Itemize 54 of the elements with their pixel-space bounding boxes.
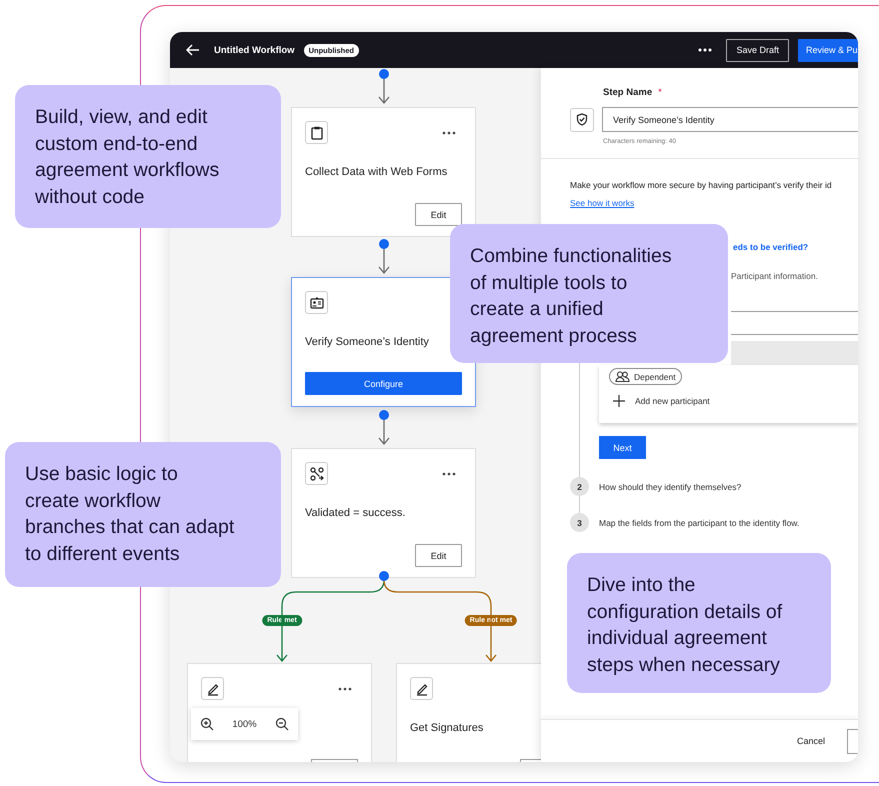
more-icon[interactable] — [442, 131, 456, 135]
review-button[interactable]: Review & Pu — [798, 38, 858, 62]
zoom-level: 100% — [232, 718, 257, 730]
zoom-out-icon[interactable] — [274, 717, 289, 731]
branch-icon — [305, 462, 328, 485]
save-draft-button[interactable]: Save Draft — [726, 38, 789, 62]
info-text: Participant information. — [731, 271, 818, 281]
step-name-field[interactable]: Verify Someone’s Identity — [602, 107, 858, 132]
pen-icon — [410, 677, 433, 700]
zoom-in-icon[interactable] — [200, 717, 214, 731]
id-card-icon — [305, 291, 328, 314]
cancel-button[interactable]: Cancel — [790, 735, 831, 747]
required-mark: * — [658, 87, 662, 98]
field-label: Step Name — [603, 87, 652, 98]
more-icon[interactable] — [442, 472, 456, 476]
connector-dot[interactable] — [379, 571, 389, 581]
pen-icon — [201, 677, 224, 700]
more-icon[interactable] — [338, 687, 352, 691]
button[interactable] — [847, 728, 858, 754]
people-icon — [615, 371, 630, 382]
step-text: Map the fields from the participant to the identity flow. — [599, 518, 800, 528]
step-number: 3 — [570, 513, 589, 532]
callout-text: Build, view, and edit custom end-to-end agreement workflows without code — [15, 85, 281, 228]
plus-icon — [613, 395, 625, 407]
step-card[interactable]: Get Signatures — [396, 663, 541, 762]
workflow-title: Untitled Workflow — [214, 44, 295, 56]
edit-button[interactable]: Edit — [415, 203, 462, 226]
shield-icon — [570, 108, 594, 132]
step-card[interactable]: Collect Data with Web Forms Edit — [291, 107, 476, 237]
description-text: Make your workflow more secure by having participant’s verify their id — [570, 180, 832, 190]
help-link[interactable]: See how it works — [570, 198, 634, 208]
step-title: Validated = success. — [305, 507, 406, 519]
question-link[interactable]: eds to be verified? — [733, 242, 808, 252]
step-title: Get Signatures — [410, 722, 484, 734]
add-participant-option[interactable]: Add new participant — [599, 387, 858, 415]
callout-text: Combine functionalities of multiple tools to create a unified agreement process — [450, 224, 728, 363]
participant-chip[interactable]: Dependent — [609, 368, 682, 385]
step-text: How should they identify themselves? — [599, 482, 742, 492]
configure-button[interactable]: Configure — [305, 372, 462, 395]
callout-text: Use basic logic to create workflow branches that can adapt to different events — [5, 442, 281, 587]
step-card[interactable]: Validated = success. Edit — [291, 448, 476, 578]
connector-dot[interactable] — [379, 239, 389, 249]
back-arrow-icon[interactable] — [186, 44, 200, 56]
next-button[interactable]: Next — [599, 436, 646, 459]
callout-text: Dive into the configuration details of individual agreement steps when necessary — [567, 553, 831, 693]
step-title: Verify Someone’s Identity — [305, 336, 429, 348]
more-icon[interactable] — [698, 48, 712, 52]
connector-dot[interactable] — [379, 410, 389, 420]
step-number: 2 — [570, 477, 589, 496]
step-title: Collect Data with Web Forms — [305, 166, 448, 178]
edit-button[interactable]: Edit — [415, 544, 462, 567]
connector-dot[interactable] — [379, 69, 389, 79]
participant-field[interactable] — [731, 311, 858, 335]
clipboard-icon — [305, 121, 328, 144]
